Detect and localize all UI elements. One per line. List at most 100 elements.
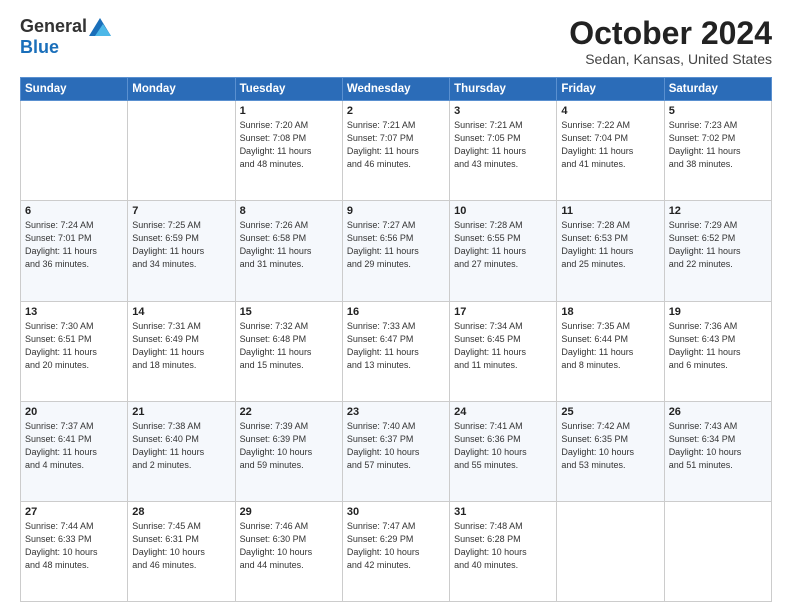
day-info: Sunrise: 7:43 AM Sunset: 6:34 PM Dayligh… [669, 420, 767, 472]
calendar-cell [21, 101, 128, 201]
day-info: Sunrise: 7:20 AM Sunset: 7:08 PM Dayligh… [240, 119, 338, 171]
day-number: 31 [454, 506, 552, 518]
day-info: Sunrise: 7:35 AM Sunset: 6:44 PM Dayligh… [561, 320, 659, 372]
day-info: Sunrise: 7:30 AM Sunset: 6:51 PM Dayligh… [25, 320, 123, 372]
day-info: Sunrise: 7:21 AM Sunset: 7:07 PM Dayligh… [347, 119, 445, 171]
calendar-cell: 8 Sunrise: 7:26 AM Sunset: 6:58 PM Daylig… [235, 201, 342, 301]
calendar-cell [128, 101, 235, 201]
day-number: 7 [132, 205, 230, 217]
location: Sedan, Kansas, United States [569, 51, 772, 67]
calendar-cell: 22 Sunrise: 7:39 AM Sunset: 6:39 PM Dayli… [235, 401, 342, 501]
day-number: 11 [561, 205, 659, 217]
day-info: Sunrise: 7:48 AM Sunset: 6:28 PM Dayligh… [454, 520, 552, 572]
day-info: Sunrise: 7:32 AM Sunset: 6:48 PM Dayligh… [240, 320, 338, 372]
day-info: Sunrise: 7:34 AM Sunset: 6:45 PM Dayligh… [454, 320, 552, 372]
calendar-cell: 27 Sunrise: 7:44 AM Sunset: 6:33 PM Dayli… [21, 501, 128, 601]
day-info: Sunrise: 7:41 AM Sunset: 6:36 PM Dayligh… [454, 420, 552, 472]
day-number: 2 [347, 105, 445, 117]
day-info: Sunrise: 7:22 AM Sunset: 7:04 PM Dayligh… [561, 119, 659, 171]
day-info: Sunrise: 7:39 AM Sunset: 6:39 PM Dayligh… [240, 420, 338, 472]
week-row-1: 1 Sunrise: 7:20 AM Sunset: 7:08 PM Daylig… [21, 101, 772, 201]
weekday-wednesday: Wednesday [342, 78, 449, 101]
header: General Blue October 2024 Sedan, Kansas,… [20, 16, 772, 67]
day-info: Sunrise: 7:44 AM Sunset: 6:33 PM Dayligh… [25, 520, 123, 572]
calendar-cell: 29 Sunrise: 7:46 AM Sunset: 6:30 PM Dayli… [235, 501, 342, 601]
week-row-4: 20 Sunrise: 7:37 AM Sunset: 6:41 PM Dayli… [21, 401, 772, 501]
day-number: 13 [25, 306, 123, 318]
day-number: 19 [669, 306, 767, 318]
day-number: 26 [669, 406, 767, 418]
calendar-cell: 21 Sunrise: 7:38 AM Sunset: 6:40 PM Dayli… [128, 401, 235, 501]
day-number: 20 [25, 406, 123, 418]
calendar-cell: 6Sunrise: 7:24 AM Sunset: 7:01 PM Daylig… [21, 201, 128, 301]
day-number: 28 [132, 506, 230, 518]
calendar-cell: 10 Sunrise: 7:28 AM Sunset: 6:55 PM Dayli… [450, 201, 557, 301]
day-info: Sunrise: 7:31 AM Sunset: 6:49 PM Dayligh… [132, 320, 230, 372]
day-info: Sunrise: 7:38 AM Sunset: 6:40 PM Dayligh… [132, 420, 230, 472]
day-number: 4 [561, 105, 659, 117]
day-info: Sunrise: 7:21 AM Sunset: 7:05 PM Dayligh… [454, 119, 552, 171]
calendar-cell: 24 Sunrise: 7:41 AM Sunset: 6:36 PM Dayli… [450, 401, 557, 501]
calendar-cell: 5Sunrise: 7:23 AM Sunset: 7:02 PM Daylig… [664, 101, 771, 201]
logo-icon [89, 18, 111, 36]
weekday-monday: Monday [128, 78, 235, 101]
calendar-cell: 20 Sunrise: 7:37 AM Sunset: 6:41 PM Dayli… [21, 401, 128, 501]
calendar-cell: 25Sunrise: 7:42 AM Sunset: 6:35 PM Dayli… [557, 401, 664, 501]
month-title: October 2024 [569, 16, 772, 51]
day-info: Sunrise: 7:37 AM Sunset: 6:41 PM Dayligh… [25, 420, 123, 472]
calendar-cell: 28Sunrise: 7:45 AM Sunset: 6:31 PM Dayli… [128, 501, 235, 601]
day-number: 27 [25, 506, 123, 518]
day-info: Sunrise: 7:29 AM Sunset: 6:52 PM Dayligh… [669, 219, 767, 271]
day-number: 9 [347, 205, 445, 217]
day-number: 14 [132, 306, 230, 318]
weekday-saturday: Saturday [664, 78, 771, 101]
day-number: 29 [240, 506, 338, 518]
weekday-friday: Friday [557, 78, 664, 101]
calendar-cell: 30Sunrise: 7:47 AM Sunset: 6:29 PM Dayli… [342, 501, 449, 601]
day-number: 23 [347, 406, 445, 418]
calendar-cell: 1 Sunrise: 7:20 AM Sunset: 7:08 PM Daylig… [235, 101, 342, 201]
calendar-cell: 19Sunrise: 7:36 AM Sunset: 6:43 PM Dayli… [664, 301, 771, 401]
day-number: 3 [454, 105, 552, 117]
calendar-cell: 13 Sunrise: 7:30 AM Sunset: 6:51 PM Dayli… [21, 301, 128, 401]
day-number: 22 [240, 406, 338, 418]
calendar-cell [664, 501, 771, 601]
day-number: 12 [669, 205, 767, 217]
day-number: 8 [240, 205, 338, 217]
day-number: 18 [561, 306, 659, 318]
logo-blue-text: Blue [20, 37, 59, 58]
calendar-cell: 4 Sunrise: 7:22 AM Sunset: 7:04 PM Daylig… [557, 101, 664, 201]
day-info: Sunrise: 7:27 AM Sunset: 6:56 PM Dayligh… [347, 219, 445, 271]
weekday-header-row: SundayMondayTuesdayWednesdayThursdayFrid… [21, 78, 772, 101]
calendar-cell: 9 Sunrise: 7:27 AM Sunset: 6:56 PM Daylig… [342, 201, 449, 301]
calendar-table: SundayMondayTuesdayWednesdayThursdayFrid… [20, 77, 772, 602]
logo-general-text: General [20, 16, 87, 37]
calendar-cell: 12 Sunrise: 7:29 AM Sunset: 6:52 PM Dayli… [664, 201, 771, 301]
calendar-cell: 15 Sunrise: 7:32 AM Sunset: 6:48 PM Dayli… [235, 301, 342, 401]
logo: General Blue [20, 16, 111, 58]
day-info: Sunrise: 7:26 AM Sunset: 6:58 PM Dayligh… [240, 219, 338, 271]
calendar-cell: 23Sunrise: 7:40 AM Sunset: 6:37 PM Dayli… [342, 401, 449, 501]
day-info: Sunrise: 7:23 AM Sunset: 7:02 PM Dayligh… [669, 119, 767, 171]
day-info: Sunrise: 7:46 AM Sunset: 6:30 PM Dayligh… [240, 520, 338, 572]
calendar-cell: 11 Sunrise: 7:28 AM Sunset: 6:53 PM Dayli… [557, 201, 664, 301]
calendar-cell: 3 Sunrise: 7:21 AM Sunset: 7:05 PM Daylig… [450, 101, 557, 201]
day-number: 25 [561, 406, 659, 418]
calendar-cell: 26 Sunrise: 7:43 AM Sunset: 6:34 PM Dayli… [664, 401, 771, 501]
day-number: 6 [25, 205, 123, 217]
day-info: Sunrise: 7:28 AM Sunset: 6:53 PM Dayligh… [561, 219, 659, 271]
day-number: 15 [240, 306, 338, 318]
day-info: Sunrise: 7:28 AM Sunset: 6:55 PM Dayligh… [454, 219, 552, 271]
day-number: 24 [454, 406, 552, 418]
day-number: 10 [454, 205, 552, 217]
calendar-cell: 16Sunrise: 7:33 AM Sunset: 6:47 PM Dayli… [342, 301, 449, 401]
day-number: 21 [132, 406, 230, 418]
day-number: 17 [454, 306, 552, 318]
calendar-cell: 14 Sunrise: 7:31 AM Sunset: 6:49 PM Dayli… [128, 301, 235, 401]
calendar-cell: 17 Sunrise: 7:34 AM Sunset: 6:45 PM Dayli… [450, 301, 557, 401]
weekday-tuesday: Tuesday [235, 78, 342, 101]
weekday-thursday: Thursday [450, 78, 557, 101]
day-number: 1 [240, 105, 338, 117]
calendar-cell: 7Sunrise: 7:25 AM Sunset: 6:59 PM Daylig… [128, 201, 235, 301]
week-row-5: 27 Sunrise: 7:44 AM Sunset: 6:33 PM Dayli… [21, 501, 772, 601]
